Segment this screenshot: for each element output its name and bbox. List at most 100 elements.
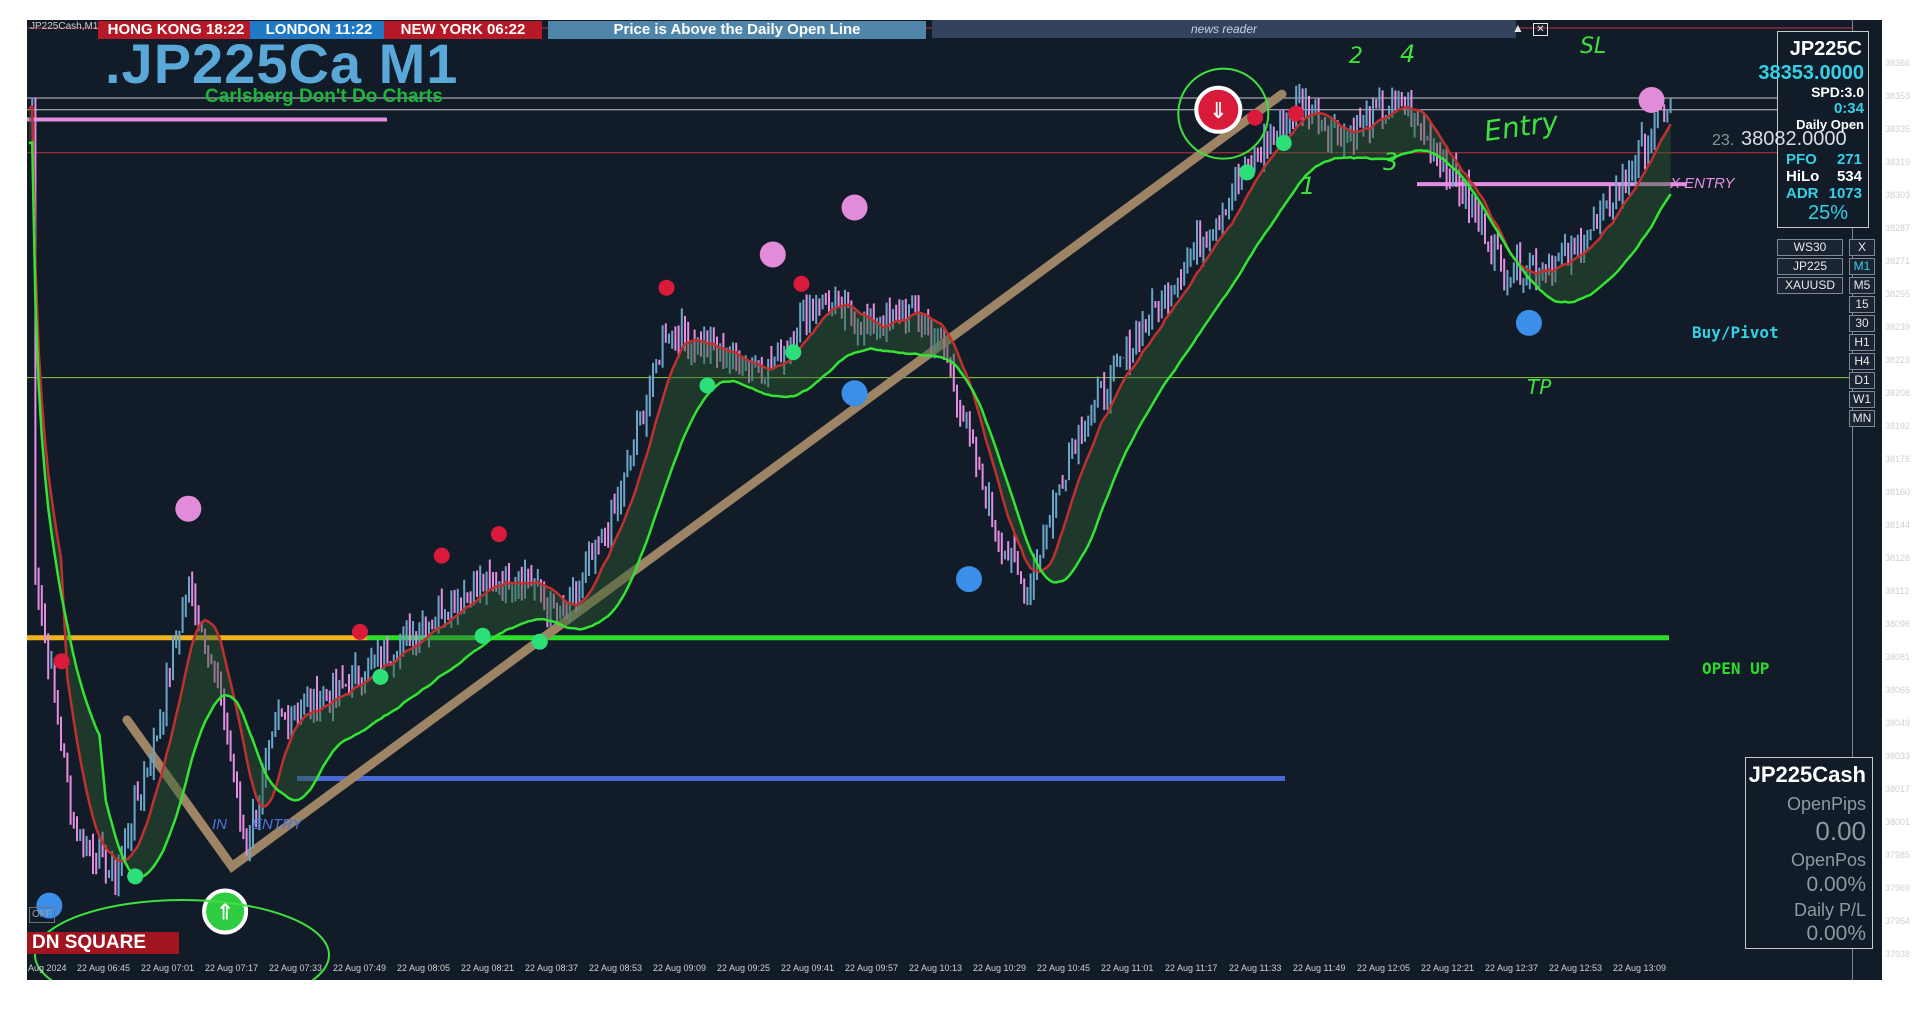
news-reader-label: news reader (1190, 22, 1258, 36)
timeframe-h4-button[interactable]: H4 (1849, 353, 1875, 370)
open-pos-label: OpenPos (1790, 850, 1866, 870)
pfo-value: 271 (1836, 151, 1862, 168)
price-tick: 38255 (1885, 289, 1911, 299)
time-tick: 22 Aug 09:09 (653, 963, 707, 973)
symbol-button-jp225[interactable]: JP225 (1777, 258, 1843, 275)
time-tick: 22 Aug 12:05 (1357, 963, 1411, 973)
price-tick: 38049 (1885, 718, 1911, 728)
price-tick: 38287 (1885, 223, 1911, 233)
time-tick: 22 Aug 09:41 (781, 963, 835, 973)
close-symbol-button[interactable]: X (1849, 239, 1875, 256)
time-tick: 22 Aug 08:37 (525, 963, 579, 973)
timeframe-m5-button[interactable]: M5 (1849, 277, 1875, 294)
time-tick: 22 Aug 10:45 (1037, 963, 1091, 973)
dn-square-badge: DN SQUARE (27, 932, 179, 954)
price-tick: 38081 (1885, 652, 1911, 662)
time-tick: 22 Aug 12:53 (1549, 963, 1603, 973)
timeframe-m1-button[interactable]: M1 (1849, 258, 1875, 275)
price-tick: 38239 (1885, 322, 1911, 332)
price-tick: 37954 (1885, 916, 1911, 926)
signal-dot (351, 623, 368, 640)
range-percent: 25% (1807, 202, 1848, 224)
signal-dot (53, 653, 70, 670)
current-price: 38353.0000 (1758, 62, 1864, 84)
buy-arrow-glyph: ⇑ (216, 901, 234, 926)
time-tick: 22 Aug 09:57 (845, 963, 899, 973)
signal-dot (841, 380, 868, 407)
signal-dot (1287, 105, 1304, 122)
annotation-tp: TP (1527, 375, 1552, 399)
pfo-label: PFO (1786, 151, 1817, 168)
time-tick: 22 Aug 07:33 (269, 963, 323, 973)
open-pips-value: 0.00 (1815, 816, 1866, 846)
time-tick: 22 Aug 11:01 (1101, 963, 1154, 973)
signal-dot (372, 668, 389, 685)
symbol-button-ws30[interactable]: WS30 (1777, 239, 1843, 256)
adr-label: ADR (1786, 185, 1819, 202)
chart-area[interactable]: ⇓ ⇑ (27, 20, 1882, 980)
price-status-banner: Price is Above the Daily Open Line (548, 21, 926, 39)
position-panel: JP225Cash OpenPips 0.00 OpenPos 0.00% Da… (1745, 757, 1873, 949)
price-tick: 38223 (1885, 355, 1911, 365)
time-tick: 22 Aug 13:09 (1613, 963, 1667, 973)
news-reader-controls: ▲ ✕ (1512, 21, 1548, 36)
daily-open-prefix: 23. (1712, 132, 1735, 149)
chart-svg[interactable]: ⇓⇑ (27, 20, 1882, 980)
timeframe-30-button[interactable]: 30 (1849, 315, 1875, 332)
time-tick: 22 Aug 08:53 (589, 963, 643, 973)
time-tick: 22 Aug 12:37 (1485, 963, 1539, 973)
price-tick: 37985 (1885, 850, 1911, 860)
daily-open-value: 38082.0000 (1741, 128, 1847, 150)
symbol-button-xauusd[interactable]: XAUUSD (1777, 277, 1843, 294)
hilo-label: HiLo (1786, 168, 1820, 185)
hilo-value: 534 (1836, 168, 1862, 185)
price-tick: 38144 (1885, 520, 1911, 530)
timeframe-w1-button[interactable]: W1 (1849, 391, 1875, 408)
price-tick: 38096 (1885, 619, 1911, 629)
timeframe-mn-button[interactable]: MN (1849, 410, 1875, 427)
timeframe-d1-button[interactable]: D1 (1849, 372, 1875, 389)
price-tick: 38208 (1885, 388, 1911, 398)
price-tick: 38112 (1885, 586, 1910, 596)
signal-dot (490, 526, 507, 543)
price-tick: 37938 (1885, 949, 1911, 959)
time-tick: 22 Aug 09:25 (717, 963, 771, 973)
sell-arrow-glyph: ⇓ (1209, 99, 1227, 124)
daily-pl-label: Daily P/L (1793, 900, 1866, 920)
signal-dot (175, 495, 202, 522)
position-symbol: JP225Cash (1748, 762, 1866, 787)
signal-dot (474, 627, 491, 644)
timeframe-h1-button[interactable]: H1 (1849, 334, 1875, 351)
time-tick: 22 Aug 11:49 (1293, 963, 1346, 973)
price-tick: 38065 (1885, 685, 1911, 695)
signal-dot (658, 279, 675, 296)
annotation-2: 2 (1349, 44, 1363, 69)
price-tick: 38017 (1885, 784, 1911, 794)
off-button[interactable]: OFF (29, 907, 55, 923)
price-tick: 38335 (1885, 124, 1911, 134)
fast-ma-line (28, 105, 1672, 863)
signal-dot (759, 241, 786, 268)
timeframe-15-button[interactable]: 15 (1849, 296, 1875, 313)
bar-timer: 0:34 (1833, 100, 1864, 117)
time-tick: 22 Aug 11:33 (1229, 963, 1282, 973)
news-reader-bar[interactable]: news reader (932, 20, 1516, 38)
annotation-sl: SL (1580, 34, 1607, 59)
signal-dot (1638, 86, 1665, 113)
time-tick: Aug 2024 (28, 963, 67, 973)
price-tick: 38160 (1885, 487, 1911, 497)
annotation-3: 3 (1383, 148, 1399, 176)
collapse-icon[interactable]: ▲ (1512, 21, 1524, 35)
window-title: JP225Cash,M1 (30, 21, 99, 32)
signal-dot (785, 344, 802, 361)
signal-dot (699, 377, 716, 394)
signal-dot (1275, 135, 1292, 151)
signal-dot (793, 275, 810, 292)
signal-dot (955, 566, 982, 593)
time-tick: 22 Aug 07:17 (205, 963, 259, 973)
time-tick: 22 Aug 10:13 (909, 963, 963, 973)
time-tick: 22 Aug 11:17 (1165, 963, 1218, 973)
buy-pivot-label: Buy/Pivot (1692, 323, 1779, 342)
close-icon[interactable]: ✕ (1533, 23, 1548, 36)
annotation-4: 4 (1400, 40, 1416, 68)
